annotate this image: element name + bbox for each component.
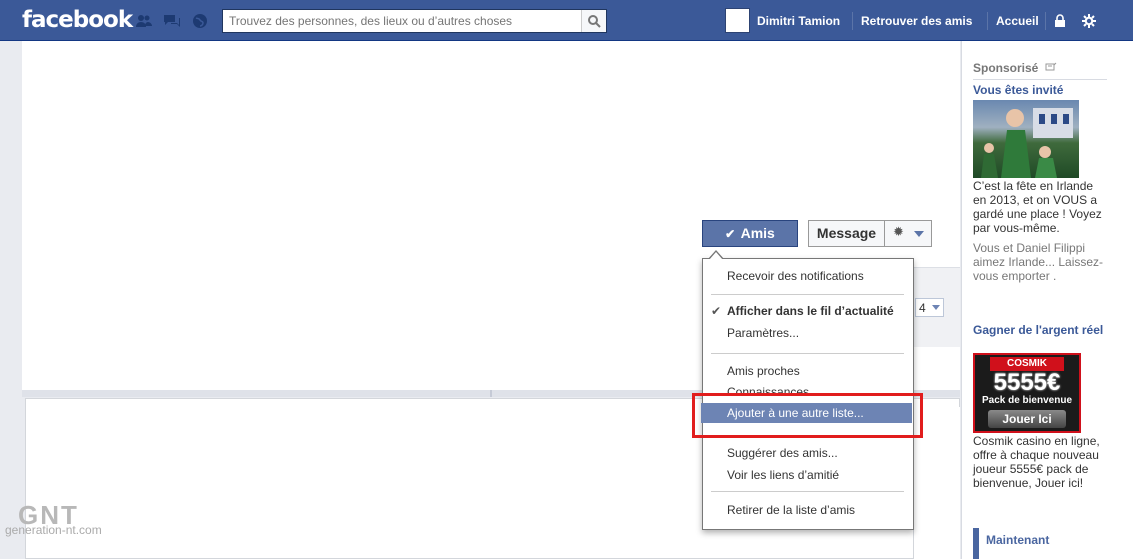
menu-item-see-friendship[interactable]: Voir les liens d’amitié (727, 468, 839, 482)
watermark-site: generation-nt.com (5, 523, 102, 537)
ad-title[interactable]: Gagner de l'argent réel (973, 323, 1105, 337)
ad-photo (981, 108, 1073, 178)
profile-link[interactable]: Dimitri Tamion (757, 14, 840, 28)
search-input[interactable] (223, 10, 583, 32)
find-friends-link[interactable]: Retrouver des amis (861, 14, 972, 28)
menu-item-suggest-friends[interactable]: Suggérer des amis... (727, 446, 838, 460)
friends-button-label: Amis (740, 225, 775, 241)
ad-image[interactable] (973, 100, 1079, 178)
ad-description: Cosmik casino en ligne, offre à chaque n… (973, 434, 1100, 490)
menu-separator (711, 353, 904, 354)
ad-title[interactable]: Vous êtes invité (973, 83, 1063, 97)
sponsored-label: Sponsorisé (973, 61, 1039, 75)
check-icon: ✔ (711, 304, 722, 318)
friends-button[interactable]: ✔ Amis (702, 220, 798, 247)
messages-icon[interactable] (163, 13, 181, 29)
chevron-down-icon (914, 231, 924, 237)
ad-amount: 5555€ (993, 369, 1061, 396)
search-box (222, 9, 607, 33)
check-icon: ✔ (725, 227, 736, 241)
ad-cta-button[interactable]: Jouer Ici (988, 410, 1066, 428)
menu-item-notifications[interactable]: Recevoir des notifications (727, 269, 864, 283)
divider (973, 79, 1107, 80)
chevron-down-icon (932, 305, 940, 310)
panel-filler (913, 347, 960, 389)
divider (987, 12, 988, 30)
sponsored-heading: Sponsorisé (973, 61, 1057, 75)
ticker-heading[interactable]: Maintenant (986, 533, 1049, 547)
ad-social-context: Vous et Daniel Filippi aimez Irlande... … (973, 241, 1104, 283)
message-button[interactable]: Message (808, 220, 885, 247)
menu-item-show-in-feed[interactable]: Afficher dans le fil d’actualité (727, 304, 894, 318)
ad-subtitle: Pack de bienvenue (981, 395, 1073, 406)
facebook-logo[interactable]: facebook (22, 7, 133, 33)
divider-tick (490, 390, 492, 397)
notifications-icon[interactable] (191, 13, 209, 29)
user-avatar[interactable] (725, 8, 750, 33)
gear-icon: ✹ (893, 224, 904, 239)
ad-icon (1045, 62, 1057, 71)
menu-item-close-friends[interactable]: Amis proches (727, 364, 800, 378)
settings-gear-icon[interactable] (1082, 14, 1096, 28)
menu-pointer-fill (709, 252, 723, 260)
friend-requests-icon[interactable] (135, 13, 153, 29)
annotation-highlight-box (692, 393, 923, 438)
ticker-marker (973, 528, 979, 559)
top-navigation-bar: facebook Dimitri Tamion Retrouver des am… (0, 0, 1133, 41)
menu-separator (711, 491, 904, 492)
more-options-button[interactable]: ✹ (884, 220, 932, 247)
privacy-lock-icon[interactable] (1053, 14, 1067, 28)
ad-image[interactable]: Cosmik 5555€ Pack de bienvenue Jouer Ici (973, 353, 1081, 433)
ad-description: C’est la fête en Irlande en 2013, et on … (973, 179, 1102, 235)
divider (852, 12, 853, 30)
friend-count-value: 4 (919, 301, 926, 315)
friend-count-select[interactable]: 4 (915, 298, 944, 317)
menu-item-settings[interactable]: Paramètres... (727, 326, 799, 340)
menu-item-remove-friend[interactable]: Retirer de la liste d’amis (727, 503, 855, 517)
search-icon (588, 15, 601, 28)
search-button[interactable] (581, 10, 606, 32)
home-link[interactable]: Accueil (996, 14, 1039, 28)
menu-separator (711, 294, 904, 295)
divider (1045, 12, 1046, 30)
